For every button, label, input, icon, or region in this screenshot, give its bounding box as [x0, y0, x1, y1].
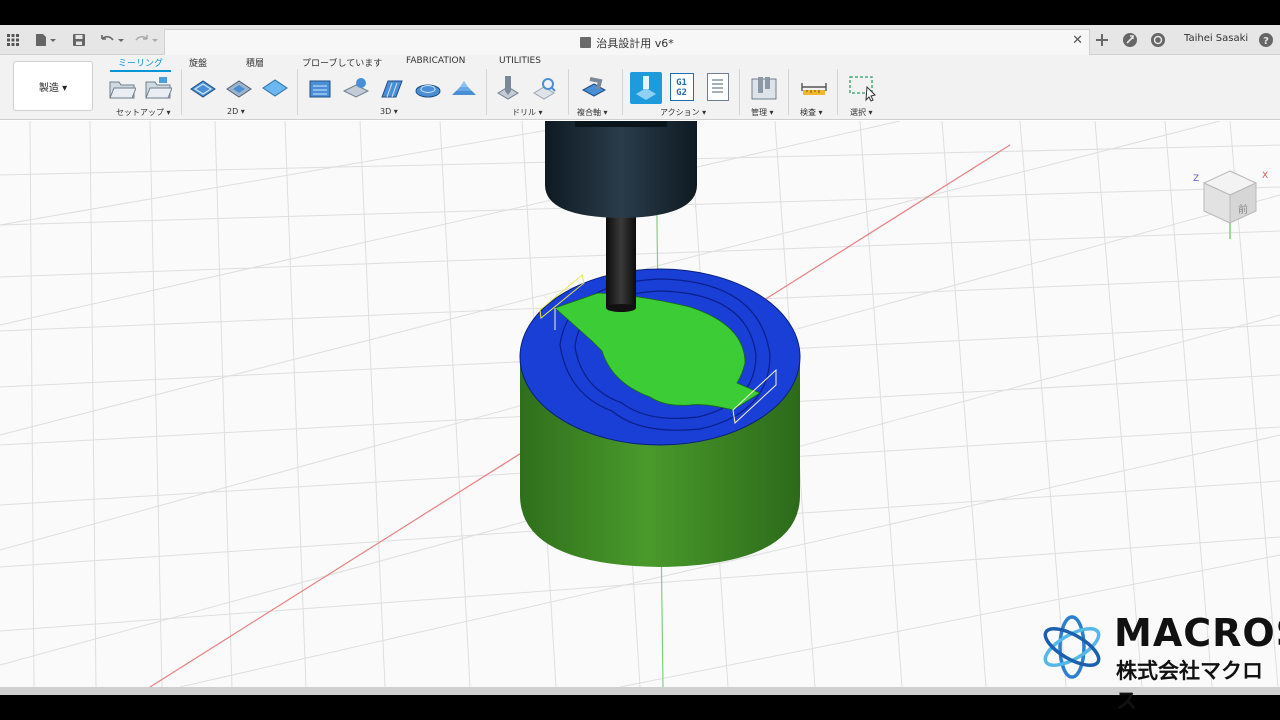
title-bar: 治具設計用 v6* ✕ Taihei Sasaki ?: [0, 25, 1280, 55]
help-icon[interactable]: ?: [1256, 30, 1276, 50]
tab-additive[interactable]: 積層: [246, 56, 264, 69]
tab-fabrication[interactable]: FABRICATION: [406, 56, 465, 66]
screen-frame: 治具設計用 v6* ✕ Taihei Sasaki ? 製造 ▾ ミーリング 旋…: [0, 0, 1280, 720]
inspect-group-label[interactable]: 検査 ▾: [800, 107, 823, 118]
svg-text:?: ?: [1263, 36, 1269, 47]
actions-group-label[interactable]: アクション ▾: [660, 107, 706, 118]
setup-group-label[interactable]: セットアップ ▾: [116, 107, 171, 118]
hole-recognition-icon[interactable]: [530, 75, 558, 101]
redo-icon[interactable]: [131, 30, 161, 50]
svg-text:G1: G1: [676, 78, 687, 88]
new-setup-icon[interactable]: [144, 75, 173, 101]
simulate-icon[interactable]: [630, 72, 662, 104]
2d-group-label[interactable]: 2D ▾: [227, 107, 245, 116]
view-cube-axis-z: Z: [1193, 174, 1199, 184]
job-status-icon[interactable]: [1148, 30, 1168, 50]
extensions-icon[interactable]: [1120, 30, 1140, 50]
workspace-switcher[interactable]: 製造 ▾: [13, 61, 93, 111]
tab-utilities[interactable]: UTILITIES: [499, 56, 541, 66]
measure-icon[interactable]: [800, 75, 828, 101]
ribbon-divider: [297, 69, 298, 115]
setup-folder-icon[interactable]: [108, 75, 137, 101]
post-process-icon[interactable]: G1 G2: [670, 73, 694, 101]
logo-title: MACROS: [1114, 611, 1280, 655]
ribbon-divider: [739, 69, 740, 115]
3d-adaptive-icon[interactable]: [306, 75, 334, 101]
scallop-icon[interactable]: [414, 75, 442, 101]
tab-milling[interactable]: ミーリング: [110, 56, 172, 72]
view-cube-axis-x: X: [1262, 171, 1268, 181]
component-icon: [580, 37, 592, 48]
tool-library-icon[interactable]: [750, 75, 778, 101]
view-cube-face-label: 前: [1238, 203, 1248, 216]
document-title: 治具設計用 v6*: [596, 37, 674, 50]
document-tab[interactable]: 治具設計用 v6* ✕: [164, 29, 1090, 55]
multi-axis-group-label[interactable]: 複合軸 ▾: [577, 107, 608, 118]
tab-turning[interactable]: 旋盤: [189, 56, 207, 69]
ribbon-divider: [622, 69, 623, 115]
multi-axis-icon[interactable]: [580, 75, 608, 101]
timeline-bar[interactable]: [0, 687, 1280, 695]
save-icon[interactable]: [69, 30, 89, 50]
ribbon-divider: [837, 69, 838, 115]
close-tab-icon[interactable]: ✕: [1072, 33, 1083, 48]
2d-adaptive-icon[interactable]: [189, 75, 217, 101]
file-menu-icon[interactable]: [32, 30, 60, 50]
2d-pocket-icon[interactable]: [225, 75, 253, 101]
ribbon-divider: [181, 69, 182, 115]
app-grid-icon[interactable]: [3, 30, 23, 50]
company-logo: MACROS 株式会社マクロス: [1042, 587, 1280, 713]
setup-sheet-icon[interactable]: [707, 73, 729, 101]
svg-text:G2: G2: [676, 88, 687, 98]
ribbon-divider: [788, 69, 789, 115]
drill-icon[interactable]: [494, 75, 522, 101]
contour-icon[interactable]: [450, 75, 478, 101]
tool-shank[interactable]: [606, 205, 636, 308]
atom-logo-icon: [1043, 615, 1101, 679]
toolbar-ribbon: 製造 ▾ ミーリング 旋盤 積層 プローブしています FABRICATION U…: [0, 55, 1280, 120]
ribbon-divider: [568, 69, 569, 115]
view-cube[interactable]: Z X 前: [1186, 169, 1272, 241]
tab-probing[interactable]: プローブしています: [302, 56, 382, 69]
user-name[interactable]: Taihei Sasaki: [1184, 33, 1248, 44]
manage-group-label[interactable]: 管理 ▾: [751, 107, 774, 118]
select-group-label[interactable]: 選択 ▾: [850, 107, 873, 118]
3d-pocket-icon[interactable]: [342, 75, 370, 101]
undo-icon[interactable]: [97, 30, 127, 50]
new-tab-icon[interactable]: [1092, 30, 1112, 50]
face-icon[interactable]: [261, 75, 289, 101]
tool-holder[interactable]: [545, 121, 697, 218]
ribbon-divider: [486, 69, 487, 115]
steep-shallow-icon[interactable]: [378, 75, 406, 101]
logo-subtitle: 株式会社マクロス: [1116, 659, 1263, 713]
3d-group-label[interactable]: 3D ▾: [380, 107, 398, 116]
drill-group-label[interactable]: ドリル ▾: [512, 107, 543, 118]
window-select-icon[interactable]: [848, 75, 876, 102]
